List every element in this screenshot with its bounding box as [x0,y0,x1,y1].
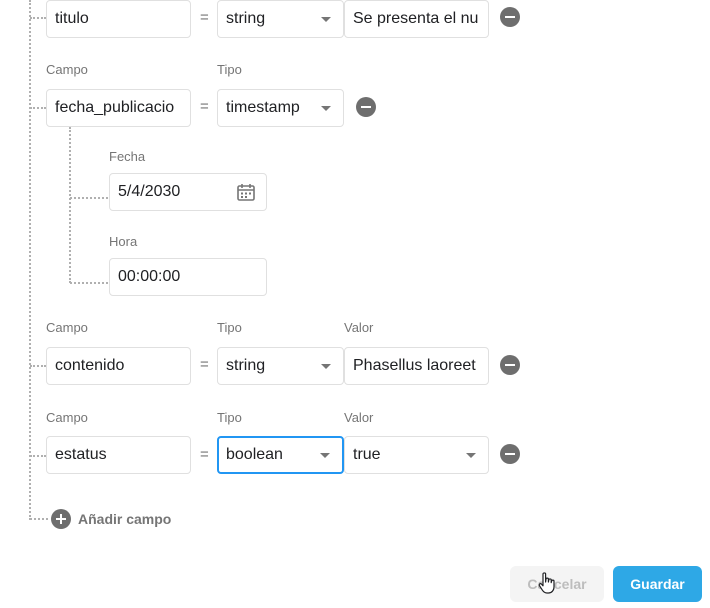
remove-field-icon[interactable] [500,355,520,375]
tipo-label: Tipo [217,320,242,335]
campo-label: Campo [46,320,88,335]
valor-value: Se presenta el nu [353,10,479,27]
fecha-date-input[interactable]: 5/4/2030 [109,173,267,211]
campo-input-fecha-publicacion[interactable]: fecha_publicacio [46,89,191,127]
add-field-button[interactable]: Añadir campo [51,509,171,529]
valor-value: true [353,446,381,463]
chevron-down-icon [466,453,476,458]
remove-field-icon[interactable] [500,7,520,27]
fecha-value: 5/4/2030 [118,183,181,200]
campo-input-titulo[interactable]: titulo [46,0,191,38]
chevron-down-icon [320,453,330,458]
remove-field-icon[interactable] [356,97,376,117]
tipo-select-estatus[interactable]: boolean [217,436,344,474]
campo-value: titulo [55,10,89,27]
tree-branch-add [30,518,48,520]
campo-input-estatus[interactable]: estatus [46,436,191,474]
campo-value: estatus [55,446,107,463]
hora-time-input[interactable]: 00:00:00 [109,258,267,296]
valor-input-titulo[interactable]: Se presenta el nu [344,0,489,38]
add-field-label: Añadir campo [78,511,172,527]
remove-field-icon[interactable] [500,444,520,464]
tree-branch-fecha-date [70,197,108,199]
chevron-down-icon [321,106,331,111]
tree-main-connector [29,0,31,520]
campo-value: fecha_publicacio [55,99,175,116]
tipo-label: Tipo [217,62,242,77]
valor-value: Phasellus laoreet [353,357,476,374]
tipo-value: string [226,357,266,374]
tipo-label: Tipo [217,410,242,425]
valor-input-contenido[interactable]: Phasellus laoreet [344,347,489,385]
chevron-down-icon [321,17,331,22]
plus-circle-icon [51,509,71,529]
tree-sub-connector [69,127,71,283]
tree-branch-estatus [30,455,46,457]
campo-label: Campo [46,62,88,77]
hand-pointer-icon [538,572,555,594]
equals-sign: = [200,9,209,26]
tipo-value: boolean [226,446,283,463]
campo-value: contenido [55,357,125,374]
chevron-down-icon [321,364,331,369]
campo-input-contenido[interactable]: contenido [46,347,191,385]
tree-branch-fecha [30,107,46,109]
save-button[interactable]: Guardar [613,566,702,602]
tipo-select-contenido[interactable]: string [217,347,344,385]
valor-label: Valor [344,410,374,425]
equals-sign: = [200,446,209,463]
tree-branch-contenido [30,365,46,367]
calendar-icon[interactable] [236,182,256,202]
valor-label: Valor [344,320,374,335]
tipo-value: string [226,10,266,27]
hora-label: Hora [109,234,138,249]
tree-branch-fecha-time [70,282,108,284]
tree-branch-titulo [30,17,46,19]
valor-select-estatus[interactable]: true [344,436,489,474]
equals-sign: = [200,98,209,115]
fecha-label: Fecha [109,149,146,164]
hora-value: 00:00:00 [118,268,181,285]
campo-label: Campo [46,410,88,425]
tipo-select-fecha-publicacion[interactable]: timestamp [217,89,344,127]
tipo-select-titulo[interactable]: string [217,0,344,38]
equals-sign: = [200,356,209,373]
tipo-value: timestamp [226,99,300,116]
